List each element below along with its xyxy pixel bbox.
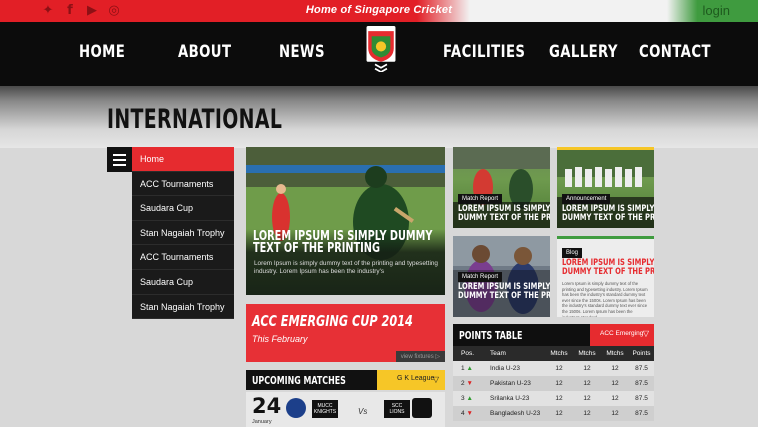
nav-facilities[interactable]: FACILITIES — [443, 42, 525, 62]
row-mtchs: 12 — [555, 410, 563, 417]
col-team: Team — [490, 350, 506, 357]
row-mtchs: 12 — [583, 380, 591, 387]
nav-contact[interactable]: CONTACT — [639, 42, 711, 62]
league-select-value: G K League — [397, 375, 435, 382]
trend-up-icon: ▲ — [466, 395, 473, 402]
team-a-logo-icon — [286, 398, 306, 418]
login-link[interactable]: login — [703, 3, 730, 18]
top-strip: ✦ f ▶ ◎ Home of Singapore Cricket login — [0, 0, 758, 22]
sidebar-menu: Home ACC Tournaments Saudara Cup Stan Na… — [132, 147, 234, 320]
card-headline-line2: DUMMY TEXT OF THE PRINTING — [458, 213, 550, 223]
page-title: INTERNATIONAL — [107, 104, 283, 135]
team-b-logo-icon — [412, 398, 432, 418]
upcoming-match-row[interactable]: 24 January MUCC KNIGHTS SCC LIONS — [246, 392, 445, 427]
promo-title: ACC EMERGING CUP 2014 — [252, 312, 413, 330]
row-mtchs: 12 — [611, 410, 619, 417]
card-headline-line2: DUMMY TEXT OF THE PRINTING — [562, 213, 654, 223]
row-points: 87.5 — [635, 410, 648, 417]
news-card-match-report-1[interactable]: Match Report LOREM IPSUM IS SIMPLY DUMMY… — [453, 147, 550, 228]
table-row[interactable]: 4 ▼ Bangladesh U-23 12 12 12 87.5 — [453, 406, 654, 421]
col-pos: Pos. — [461, 350, 475, 357]
sidebar-item-saudara-cup-2[interactable]: Saudara Cup — [132, 269, 234, 295]
sidebar-item-home[interactable]: Home — [132, 147, 234, 172]
trend-down-icon: ▼ — [466, 410, 473, 417]
card-tag: Blog — [562, 248, 583, 258]
trend-down-icon: ▼ — [466, 380, 473, 387]
row-points: 87.5 — [635, 395, 648, 402]
row-mtchs: 12 — [555, 395, 563, 402]
row-team: Pakistan U-23 — [490, 380, 531, 387]
sidebar-item-acc-tournaments[interactable]: ACC Tournaments — [132, 171, 234, 197]
site-tagline: Home of Singapore Cricket — [305, 4, 453, 16]
row-mtchs: 12 — [611, 395, 619, 402]
table-row[interactable]: 1 ▲ India U-23 12 12 12 87.5 — [453, 361, 654, 376]
competition-select[interactable]: ACC Emerging ▽ — [590, 324, 654, 346]
menu-toggle-icon[interactable] — [107, 147, 132, 172]
competition-select-value: ACC Emerging — [600, 330, 644, 337]
feature-headline[interactable]: LOREM IPSUM IS SIMPLY DUMMY TEXT OF THE … — [253, 230, 445, 255]
card-headline-line2: DUMMY TEXT OF THE PRINTING — [458, 291, 550, 301]
col-mtchs: Mtchs — [550, 350, 568, 357]
row-points: 87.5 — [635, 380, 648, 387]
row-mtchs: 12 — [611, 365, 619, 372]
row-team: India U-23 — [490, 365, 520, 372]
row-mtchs: 12 — [555, 365, 563, 372]
team-a-name: MUCC KNIGHTS — [312, 400, 338, 418]
promo-subtitle: This February — [252, 334, 308, 344]
versus-label: Vs — [358, 407, 368, 416]
row-team: Srilanka U-23 — [490, 395, 530, 402]
col-mtchs: Mtchs — [578, 350, 596, 357]
nav-home[interactable]: HOME — [79, 42, 125, 62]
card-tag: Match Report — [458, 272, 503, 282]
row-pos: 2 — [461, 380, 465, 387]
points-table-title: POINTS TABLE — [459, 329, 523, 342]
match-day: 24 — [252, 394, 282, 418]
nav-news[interactable]: NEWS — [279, 42, 325, 62]
trend-up-icon: ▲ — [466, 365, 473, 372]
feature-description: Lorem Ipsum is simply dummy text of the … — [254, 260, 438, 275]
card-tag: Announcement — [562, 194, 611, 204]
col-mtchs: Mtchs — [606, 350, 624, 357]
card-headline-line2: DUMMY TEXT OF THE PRINTING — [562, 267, 654, 277]
row-pos: 1 — [461, 365, 465, 372]
row-points: 87.5 — [635, 365, 648, 372]
row-mtchs: 12 — [555, 380, 563, 387]
table-row[interactable]: 2 ▼ Pakistan U-23 12 12 12 87.5 — [453, 376, 654, 391]
chevron-down-icon: ▽ — [432, 375, 439, 384]
points-table: Pos. Team Mtchs Mtchs Mtchs Points 1 ▲ I… — [453, 346, 654, 421]
view-fixtures-link[interactable]: view fixtures ▷ — [395, 351, 445, 362]
row-mtchs: 12 — [611, 380, 619, 387]
news-card-match-report-2[interactable]: Match Report LOREM IPSUM IS SIMPLY DUMMY… — [453, 236, 550, 317]
upcoming-matches-title: UPCOMING MATCHES — [252, 374, 346, 387]
nav-gallery[interactable]: GALLERY — [549, 42, 618, 62]
row-mtchs: 12 — [583, 395, 591, 402]
sidebar-item-stan-nagaiah-trophy-2[interactable]: Stan Nagaiah Trophy — [132, 294, 234, 320]
card-description: Lorem Ipsum is simply dummy text of the … — [562, 281, 648, 317]
club-crest-logo[interactable] — [363, 26, 399, 72]
row-mtchs: 12 — [583, 365, 591, 372]
team-b-name: SCC LIONS — [384, 400, 410, 418]
chevron-down-icon: ▽ — [642, 329, 649, 338]
row-mtchs: 12 — [583, 410, 591, 417]
feature-story[interactable]: LOREM IPSUM IS SIMPLY DUMMY TEXT OF THE … — [246, 147, 445, 295]
sidebar-item-saudara-cup[interactable]: Saudara Cup — [132, 196, 234, 221]
row-pos: 4 — [461, 410, 465, 417]
nav-about[interactable]: ABOUT — [178, 42, 231, 62]
sidebar-item-acc-tournaments-2[interactable]: ACC Tournaments — [132, 245, 234, 270]
table-header-row: Pos. Team Mtchs Mtchs Mtchs Points — [453, 346, 654, 361]
col-points: Points — [632, 350, 651, 357]
card-tag: Match Report — [458, 194, 503, 204]
league-select[interactable]: G K League ▽ — [377, 370, 445, 390]
match-month: January — [252, 419, 272, 425]
row-pos: 3 — [461, 395, 465, 402]
table-row[interactable]: 3 ▲ Srilanka U-23 12 12 12 87.5 — [453, 391, 654, 406]
promo-banner[interactable]: ACC EMERGING CUP 2014 This February view… — [246, 304, 445, 362]
news-card-blog[interactable]: Blog LOREM IPSUM IS SIMPLY DUMMY TEXT OF… — [557, 236, 654, 317]
sidebar-item-stan-nagaiah-trophy[interactable]: Stan Nagaiah Trophy — [132, 220, 234, 246]
row-team: Bangladesh U-23 — [490, 410, 541, 417]
news-card-announcement[interactable]: Announcement LOREM IPSUM IS SIMPLY DUMMY… — [557, 147, 654, 228]
